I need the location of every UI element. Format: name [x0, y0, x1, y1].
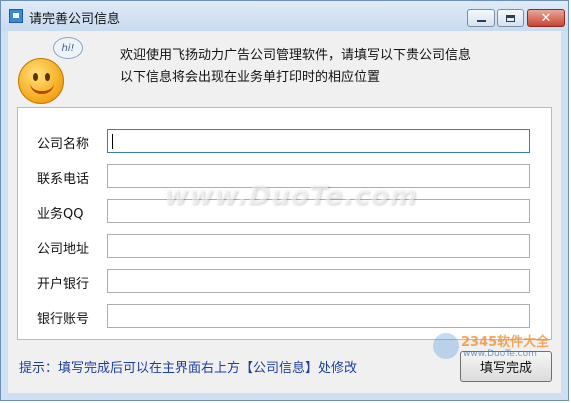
welcome-line-1: 欢迎使用飞扬动力广告公司管理软件，请填写以下贵公司信息: [120, 48, 472, 63]
hint-text: 提示：填写完成后可以在主界面右上方【公司信息】处修改: [19, 361, 358, 376]
watermark-logo-icon: [433, 333, 459, 359]
site-watermark: www.DuoTe.com: [164, 181, 418, 211]
dialog-window: 请完善公司信息 ✕ hi! 欢迎使用飞扬动力广告公司管理软件，请填写以下贵公司信…: [0, 0, 569, 401]
close-icon: ✕: [540, 10, 552, 26]
minimize-button[interactable]: [467, 9, 495, 27]
address-input[interactable]: [107, 234, 530, 258]
business-qq-label: 业务QQ: [37, 207, 84, 222]
right-eye: [45, 73, 50, 81]
close-button[interactable]: ✕: [527, 9, 565, 27]
corner-watermark: 2345软件大全 www.DuoTe.com: [433, 331, 563, 371]
welcome-message: 欢迎使用飞扬动力广告公司管理软件，请填写以下贵公司信息 以下信息将会出现在业务单…: [120, 45, 471, 89]
left-eye: [33, 73, 38, 81]
form-row-company-name: 公司名称: [18, 129, 551, 153]
phone-label: 联系电话: [37, 172, 90, 187]
window-title: 请完善公司信息: [29, 12, 121, 27]
smile-mouth: [30, 83, 54, 94]
company-name-label: 公司名称: [37, 137, 90, 152]
bank-account-input[interactable]: [107, 304, 530, 328]
welcome-line-2: 以下信息将会出现在业务单打印时的相应位置: [120, 70, 381, 85]
bank-account-label: 银行账号: [37, 312, 90, 327]
bank-label: 开户银行: [37, 277, 90, 292]
company-name-input[interactable]: [107, 129, 530, 153]
speech-bubble-icon: hi!: [53, 37, 83, 59]
smiley-face-icon: [18, 58, 64, 104]
form-row-address: 公司地址: [18, 234, 551, 258]
title-bar[interactable]: 请完善公司信息 ✕: [1, 1, 568, 31]
minimize-icon: [476, 20, 486, 22]
address-label: 公司地址: [37, 242, 90, 257]
text-caret: [112, 134, 113, 149]
watermark-brand: 2345软件大全: [461, 335, 550, 350]
app-icon: [9, 9, 23, 23]
company-info-form: 公司名称 联系电话 业务QQ 公司地址 开户银行 银行账号: [17, 107, 552, 340]
form-row-account: 银行账号: [18, 304, 551, 328]
watermark-site: www.DuoTe.com: [463, 349, 537, 359]
maximize-icon: [506, 14, 515, 22]
bank-input[interactable]: [107, 269, 530, 293]
maximize-button[interactable]: [497, 9, 524, 27]
form-row-bank: 开户银行: [18, 269, 551, 293]
bubble-text: hi!: [61, 42, 75, 54]
